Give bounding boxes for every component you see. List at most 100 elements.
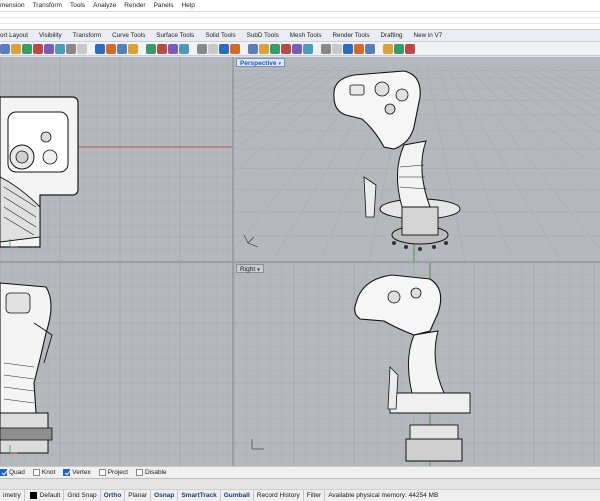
tab-subd-tools[interactable]: SubD Tools (242, 30, 285, 42)
base-block-shape (405, 438, 463, 462)
toolbar-command-icon[interactable] (197, 43, 207, 54)
menu-item-render[interactable]: Render (124, 2, 145, 9)
toolbar-command-icon[interactable] (321, 43, 331, 54)
osnap-bar: Quad Knot Vertex Project Disable (0, 466, 600, 478)
osnap-disable-checkbox[interactable]: Disable (135, 469, 167, 476)
base-collar-shape (409, 424, 459, 440)
viewport-perspective[interactable]: Perspective ▾ (234, 57, 600, 261)
smarttrack-toggle[interactable]: SmartTrack (178, 490, 221, 501)
viewport-area: Perspective ▾ Right ▾ (0, 57, 600, 466)
menu-bar-area: mension Transform Tools Analyze Render P… (0, 0, 600, 12)
layer-selector[interactable]: Default (25, 490, 65, 501)
toolbar-command-icon[interactable] (343, 43, 353, 54)
viewport-right[interactable]: Right ▾ (234, 263, 600, 466)
toolbar-command-icon[interactable] (179, 43, 189, 54)
viewport-top[interactable] (0, 57, 232, 261)
toolbar-command-icon[interactable] (77, 43, 87, 54)
menu-item-tools[interactable]: Tools (70, 2, 85, 9)
tab-layout[interactable]: ort Layout (0, 30, 34, 42)
toolbar-command-icon[interactable] (365, 43, 375, 54)
hat-switch-shape (40, 131, 52, 143)
toolbar-group (0, 43, 87, 54)
toolbar-command-icon[interactable] (281, 43, 291, 54)
knob-inner-shape (15, 150, 29, 164)
filter-button[interactable]: Filter (304, 490, 326, 501)
toolbar-command-icon[interactable] (106, 43, 116, 54)
status-row: imetry Default Grid Snap Ortho Planar Os… (0, 489, 600, 501)
viewport-right-canvas (234, 263, 600, 466)
toolbar-command-icon[interactable] (303, 43, 313, 54)
viewport-front[interactable] (0, 263, 232, 466)
toolbar-command-icon[interactable] (66, 43, 76, 54)
memory-readout: Available physical memory: 44254 MB (328, 492, 439, 499)
toolbar-command-icon[interactable] (394, 43, 404, 54)
toolbar-command-icon[interactable] (248, 43, 258, 54)
toolbar-group (197, 43, 240, 54)
viewport-maximize-arrow-icon[interactable]: ▾ (279, 60, 282, 69)
menu-item-transform[interactable]: Transform (33, 2, 62, 9)
command-area[interactable] (0, 12, 600, 30)
toolbar-command-icon[interactable] (117, 43, 127, 54)
menu-item-analyze[interactable]: Analyze (93, 2, 116, 9)
hat-switch-3-shape (384, 103, 396, 115)
command-prompt-line (0, 23, 600, 24)
menu-item-dimension[interactable]: mension (0, 2, 25, 9)
tab-render-tools[interactable]: Render Tools (327, 30, 375, 42)
toolbar-command-icon[interactable] (208, 43, 218, 54)
planar-toggle[interactable]: Planar (125, 490, 152, 501)
ortho-toggle[interactable]: Ortho (101, 490, 126, 501)
toolbar-group (95, 43, 138, 54)
osnap-toggle[interactable]: Osnap (151, 490, 179, 501)
osnap-knot-checkbox[interactable]: Knot (32, 469, 55, 476)
toolbar-command-icon[interactable] (405, 43, 415, 54)
hat-switch-2-shape (395, 88, 409, 102)
osnap-label: Project (107, 469, 128, 476)
menu-item-help[interactable]: Help (181, 2, 194, 9)
osnap-project-checkbox[interactable]: Project (98, 469, 128, 476)
gumball-toggle[interactable]: Gumball (221, 490, 254, 501)
toolbar-command-icon[interactable] (219, 43, 229, 54)
viewport-top-canvas (0, 57, 232, 261)
toolbar-command-icon[interactable] (259, 43, 269, 54)
tab-transform[interactable]: Transform (68, 30, 107, 42)
toolbar-command-icon[interactable] (354, 43, 364, 54)
toolbar-command-icon[interactable] (332, 43, 342, 54)
toolbar-command-icon[interactable] (11, 43, 21, 54)
tab-solid-tools[interactable]: Solid Tools (200, 30, 241, 42)
toolbar-command-icon[interactable] (22, 43, 32, 54)
units-label[interactable]: imetry (0, 490, 25, 501)
menu-item-panels[interactable]: Panels (154, 2, 174, 9)
tab-visibility[interactable]: Visibility (34, 30, 68, 42)
axis-triad-icon (243, 234, 259, 248)
toolbar-command-icon[interactable] (95, 43, 105, 54)
record-history-toggle[interactable]: Record History (254, 490, 304, 501)
toolbar-command-icon[interactable] (270, 43, 280, 54)
toolbar-command-icon[interactable] (146, 43, 156, 54)
tab-mesh-tools[interactable]: Mesh Tools (285, 30, 328, 42)
tab-drafting[interactable]: Drafting (375, 30, 408, 42)
viewport-maximize-arrow-icon[interactable]: ▾ (257, 266, 260, 275)
toolbar-command-icon[interactable] (383, 43, 393, 54)
tab-new-in-v7[interactable]: New in V7 (409, 30, 449, 42)
tab-curve-tools[interactable]: Curve Tools (107, 30, 151, 42)
viewport-label-perspective[interactable]: Perspective ▾ (236, 58, 286, 69)
viewport-label-right[interactable]: Right ▾ (236, 264, 264, 273)
stick-shaft-shape (396, 140, 431, 208)
toolbar-command-icon[interactable] (33, 43, 43, 54)
toolbar-command-icon[interactable] (292, 43, 302, 54)
osnap-vertex-checkbox[interactable]: Vertex (63, 469, 91, 476)
toolbar-command-icon[interactable] (0, 43, 10, 54)
toolbar-command-icon[interactable] (230, 43, 240, 54)
toolbar-command-icon[interactable] (157, 43, 167, 54)
lever-shape (363, 176, 377, 218)
grip-head-shape (333, 70, 421, 150)
toolbar-command-icon[interactable] (44, 43, 54, 54)
tab-surface-tools[interactable]: Surface Tools (151, 30, 200, 42)
toolbar-command-icon[interactable] (168, 43, 178, 54)
viewport-perspective-canvas (234, 66, 600, 261)
toolbar-command-icon[interactable] (128, 43, 138, 54)
grid-snap-toggle[interactable]: Grid Snap (64, 490, 101, 501)
osnap-quad-checkbox[interactable]: Quad (0, 469, 25, 476)
toolbar-command-icon[interactable] (55, 43, 65, 54)
button-block-shape (349, 84, 365, 96)
